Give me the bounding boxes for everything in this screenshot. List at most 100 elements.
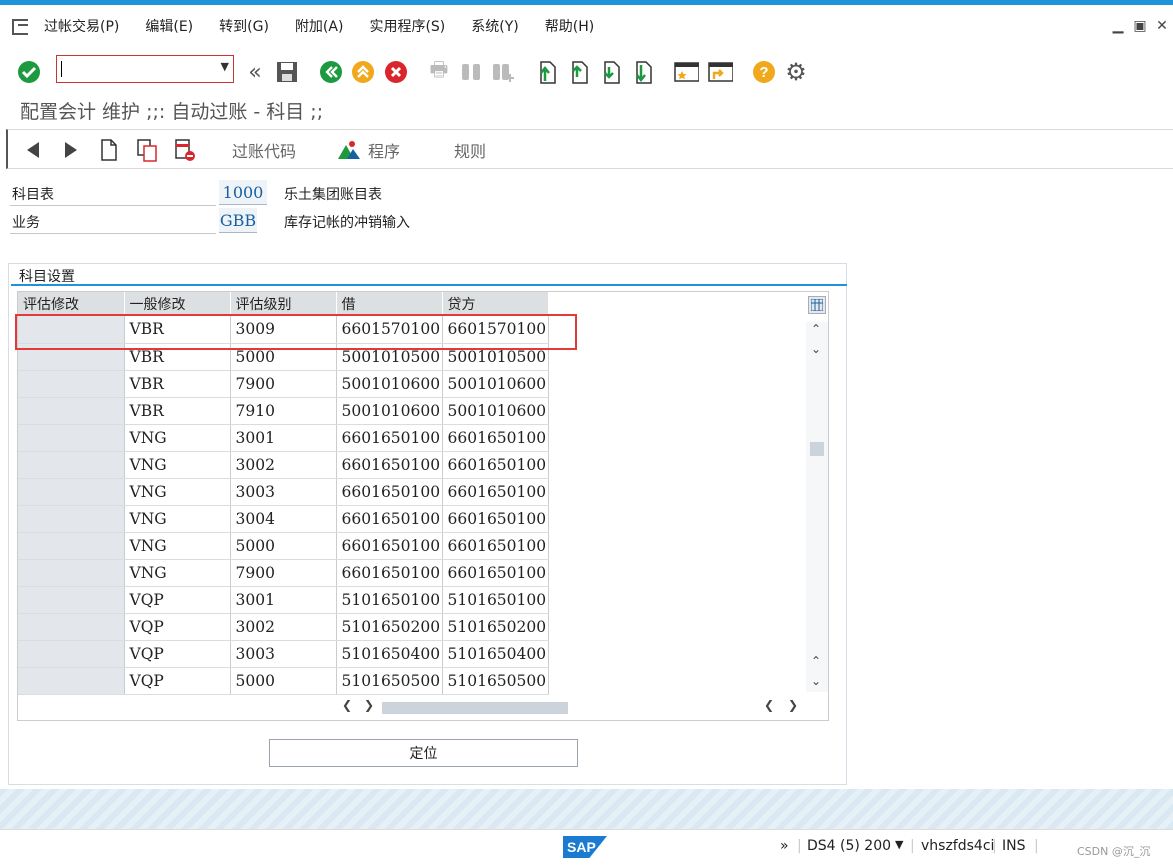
- scroll-up-icon[interactable]: ⌃: [811, 322, 821, 336]
- table-cell[interactable]: 6601650100: [336, 424, 443, 452]
- table-cell[interactable]: [18, 640, 125, 668]
- table-cell[interactable]: 6601650100: [442, 451, 549, 479]
- table-cell[interactable]: 3003: [230, 640, 337, 668]
- table-cell[interactable]: [18, 586, 125, 614]
- column-header[interactable]: 借: [336, 292, 443, 316]
- horizontal-scrollbar[interactable]: ❮ ❯ ❮ ❯: [338, 696, 808, 718]
- table-row[interactable]: VQP 3001 5101650100 5101650100: [18, 586, 549, 614]
- scroll-right-icon[interactable]: ❯: [364, 698, 374, 712]
- table-row[interactable]: VQP 3002 5101650200 5101650200: [18, 613, 549, 641]
- table-cell[interactable]: 5101650100: [336, 586, 443, 614]
- table-cell[interactable]: 6601650100: [442, 505, 549, 533]
- exit-icon[interactable]: [350, 59, 376, 85]
- table-row[interactable]: VNG 5000 6601650100 6601650100: [18, 532, 549, 560]
- settings-gear-icon[interactable]: ⚙: [783, 58, 809, 86]
- program-icon[interactable]: [336, 137, 362, 163]
- table-cell[interactable]: 3003: [230, 478, 337, 506]
- program-button[interactable]: 程序: [368, 138, 400, 162]
- table-cell[interactable]: 6601650100: [336, 478, 443, 506]
- scroll-right-icon[interactable]: ❯: [788, 698, 798, 712]
- table-cell[interactable]: [18, 478, 125, 506]
- table-cell[interactable]: VNG: [124, 505, 231, 533]
- maximize-icon[interactable]: ▣: [1129, 16, 1151, 36]
- table-row[interactable]: VQP 3003 5101650400 5101650400: [18, 640, 549, 668]
- table-cell[interactable]: VQP: [124, 586, 231, 614]
- back-icon[interactable]: [318, 59, 344, 85]
- table-cell[interactable]: 5101650100: [442, 586, 549, 614]
- table-cell[interactable]: 3001: [230, 586, 337, 614]
- rules-button[interactable]: 规则: [454, 138, 486, 162]
- table-row[interactable]: VNG 3003 6601650100 6601650100: [18, 478, 549, 506]
- next-entry-icon[interactable]: [58, 137, 84, 163]
- table-cell[interactable]: 5000: [230, 667, 337, 695]
- table-cell[interactable]: VQP: [124, 667, 231, 695]
- table-cell[interactable]: 5101650200: [336, 613, 443, 641]
- menu-system[interactable]: 系统(Y): [471, 16, 518, 36]
- scroll-down-icon[interactable]: ⌄: [811, 674, 821, 688]
- table-cell[interactable]: VNG: [124, 424, 231, 452]
- help-icon[interactable]: ?: [751, 59, 777, 85]
- table-cell[interactable]: VBR: [124, 397, 231, 425]
- column-header[interactable]: 贷方: [442, 292, 549, 316]
- table-cell[interactable]: [18, 424, 125, 452]
- table-cell[interactable]: 3001: [230, 424, 337, 452]
- table-cell[interactable]: 3002: [230, 613, 337, 641]
- table-cell[interactable]: VBR: [124, 370, 231, 398]
- table-cell[interactable]: VNG: [124, 451, 231, 479]
- column-header[interactable]: 评估级别: [230, 292, 337, 316]
- sap-menu-icon[interactable]: [12, 19, 30, 35]
- close-window-icon[interactable]: ✕: [1151, 16, 1173, 36]
- menu-extras[interactable]: 附加(A): [295, 16, 344, 36]
- menu-edit[interactable]: 编辑(E): [145, 16, 193, 36]
- scroll-left-icon[interactable]: ❮: [342, 698, 352, 712]
- scroll-thumb[interactable]: [810, 442, 824, 456]
- first-page-icon[interactable]: [534, 59, 560, 85]
- new-entry-icon[interactable]: [96, 137, 122, 163]
- new-session-icon[interactable]: [673, 59, 699, 85]
- table-cell[interactable]: 6601650100: [336, 451, 443, 479]
- table-cell[interactable]: [18, 532, 125, 560]
- table-cell[interactable]: [18, 559, 125, 587]
- menu-utilities[interactable]: 实用程序(S): [369, 16, 445, 36]
- table-cell[interactable]: 3004: [230, 505, 337, 533]
- previous-page-icon[interactable]: [566, 59, 592, 85]
- table-cell[interactable]: 7900: [230, 559, 337, 587]
- expand-status-icon[interactable]: »: [780, 838, 789, 854]
- command-field[interactable]: ▼: [56, 55, 234, 83]
- table-cell[interactable]: 5101650500: [442, 667, 549, 695]
- table-cell[interactable]: 5001010600: [442, 370, 549, 398]
- chevron-down-icon[interactable]: ▼: [221, 60, 229, 73]
- table-row[interactable]: VNG 7900 6601650100 6601650100: [18, 559, 549, 587]
- scroll-thumb[interactable]: [382, 702, 568, 714]
- table-cell[interactable]: 6601650100: [442, 424, 549, 452]
- table-cell[interactable]: [18, 505, 125, 533]
- table-row[interactable]: VNG 3002 6601650100 6601650100: [18, 451, 549, 479]
- table-cell[interactable]: 5101650400: [442, 640, 549, 668]
- table-cell[interactable]: [18, 370, 125, 398]
- scroll-left-icon[interactable]: ❮: [764, 698, 774, 712]
- locate-button[interactable]: 定位: [269, 739, 578, 767]
- menu-help[interactable]: 帮助(H): [545, 16, 594, 36]
- table-cell[interactable]: 6601650100: [442, 478, 549, 506]
- column-header[interactable]: 评估修改: [18, 292, 125, 316]
- table-cell[interactable]: 5001010600: [336, 397, 443, 425]
- table-cell[interactable]: [18, 613, 125, 641]
- table-cell[interactable]: VQP: [124, 640, 231, 668]
- table-cell[interactable]: 5001010600: [336, 370, 443, 398]
- table-cell[interactable]: VQP: [124, 613, 231, 641]
- cancel-icon[interactable]: [383, 59, 409, 85]
- table-cell[interactable]: 6601650100: [442, 559, 549, 587]
- table-cell[interactable]: 5000: [230, 532, 337, 560]
- minimize-icon[interactable]: ▁: [1107, 16, 1129, 36]
- menu-goto[interactable]: 转到(G): [219, 16, 269, 36]
- previous-entry-icon[interactable]: [20, 137, 46, 163]
- table-cell[interactable]: 3002: [230, 451, 337, 479]
- vertical-scrollbar[interactable]: ⌃ ⌄ ⌃ ⌄: [806, 292, 828, 722]
- table-row[interactable]: VNG 3001 6601650100 6601650100: [18, 424, 549, 452]
- enter-check-icon[interactable]: [16, 59, 42, 85]
- column-settings-icon[interactable]: [808, 296, 826, 314]
- table-cell[interactable]: 6601650100: [336, 505, 443, 533]
- table-cell[interactable]: VNG: [124, 532, 231, 560]
- shortcut-icon[interactable]: [707, 59, 733, 85]
- posting-code-button[interactable]: 过账代码: [232, 138, 296, 162]
